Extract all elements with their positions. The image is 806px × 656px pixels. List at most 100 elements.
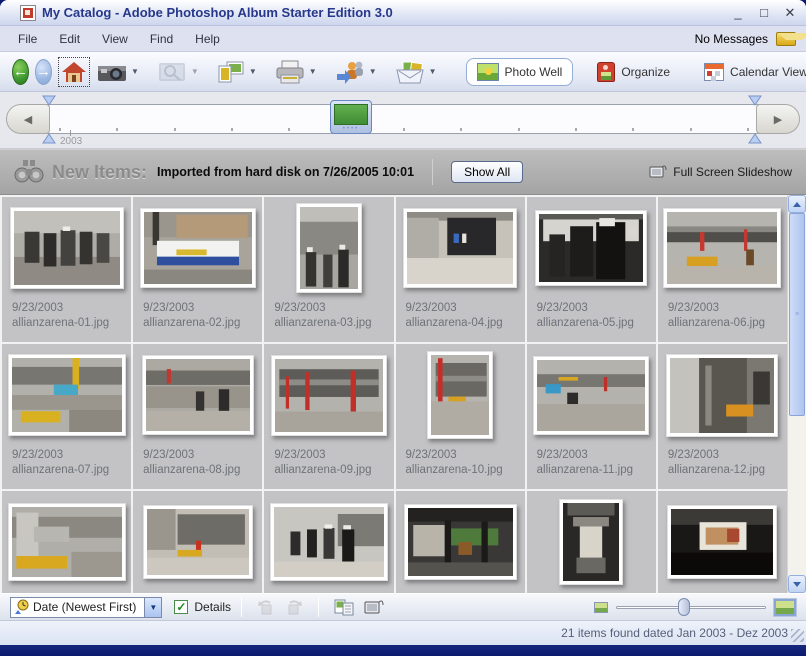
slider-thumb[interactable]	[678, 598, 690, 616]
scroll-up-button[interactable]	[788, 195, 806, 213]
photo-thumbnail[interactable]	[535, 210, 647, 286]
photo-thumbnail[interactable]	[8, 503, 126, 581]
photo-cell[interactable]: 9/23/2003 allianzarena-12.jpg	[658, 344, 787, 489]
large-thumbnail-icon[interactable]	[774, 599, 796, 616]
sort-order-dropdown[interactable]: Date (Newest First) ▼	[10, 597, 162, 618]
share-button[interactable]: ▼	[332, 57, 388, 87]
photo-filename: allianzarena-07.jpg	[12, 463, 121, 478]
photo-cell[interactable]	[2, 491, 131, 593]
find-photos-button[interactable]: ▼	[154, 58, 210, 86]
back-button[interactable]: ←	[12, 59, 29, 85]
show-all-button[interactable]: Show All	[451, 161, 523, 183]
calendar-view-button[interactable]: Calendar View	[694, 59, 806, 85]
messages-envelope-icon[interactable]	[776, 32, 796, 46]
home-button[interactable]	[58, 57, 90, 87]
photo-thumbnail[interactable]	[143, 505, 253, 579]
thumbnail-size-slider[interactable]	[616, 598, 766, 616]
photo-thumbnail[interactable]	[667, 505, 777, 579]
menu-file[interactable]: File	[18, 32, 37, 46]
maximize-button[interactable]: □	[756, 5, 772, 21]
timeline-range-start-bottom-marker[interactable]	[42, 133, 56, 144]
camera-dropdown-arrow[interactable]: ▼	[131, 67, 139, 76]
photo-thumbnail[interactable]	[142, 355, 254, 435]
timeline-range-start-top-marker[interactable]	[42, 95, 56, 106]
menu-find[interactable]: Find	[150, 32, 173, 46]
options-slideshow-icon[interactable]	[364, 598, 384, 616]
scrollbar-track[interactable]: ≡	[788, 213, 806, 575]
photo-thumbnail[interactable]	[270, 503, 388, 581]
forward-button[interactable]: →	[35, 59, 52, 85]
photo-cell[interactable]: 9/23/2003 allianzarena-03.jpg	[264, 197, 393, 342]
photo-thumbnail[interactable]	[559, 499, 623, 585]
photo-thumbnail[interactable]	[663, 208, 781, 288]
email-dropdown-arrow[interactable]: ▼	[429, 67, 437, 76]
menu-edit[interactable]: Edit	[59, 32, 80, 46]
vertical-scrollbar[interactable]: ≡	[787, 195, 806, 593]
properties-icon[interactable]	[334, 598, 354, 616]
photo-thumbnail[interactable]	[8, 354, 126, 436]
sort-dropdown-arrow[interactable]: ▼	[144, 598, 161, 617]
photo-cell[interactable]: 9/23/2003 allianzarena-07.jpg	[2, 344, 131, 489]
find-dropdown-arrow[interactable]: ▼	[191, 67, 199, 76]
photo-cell[interactable]	[527, 491, 656, 593]
photo-thumbnail[interactable]	[533, 356, 649, 435]
email-button[interactable]: ▼	[392, 57, 448, 87]
photo-thumbnail[interactable]	[296, 203, 362, 293]
import-camera-button[interactable]: ▼	[94, 58, 150, 86]
menu-help[interactable]: Help	[195, 32, 220, 46]
timeline-slider-handle[interactable]: ••••	[330, 100, 372, 134]
photo-thumbnail[interactable]	[666, 354, 778, 437]
photo-thumbnail[interactable]	[140, 208, 256, 288]
menu-view[interactable]: View	[102, 32, 128, 46]
photo-thumbnail[interactable]	[271, 355, 387, 436]
photo-cell[interactable]: 9/23/2003 allianzarena-08.jpg	[133, 344, 262, 489]
organize-label: Organize	[621, 65, 670, 79]
email-photos-icon	[395, 60, 425, 84]
rotate-left-icon[interactable]	[257, 599, 275, 615]
photo-date: 9/23/2003	[537, 301, 646, 316]
photo-cell[interactable]	[658, 491, 787, 593]
print-dropdown-arrow[interactable]: ▼	[309, 67, 317, 76]
photo-cell[interactable]	[264, 491, 393, 593]
photo-cell[interactable]: 9/23/2003 allianzarena-04.jpg	[396, 197, 525, 342]
resize-grip[interactable]	[791, 629, 804, 642]
status-bar: 21 items found dated Jan 2003 - Dez 2003	[0, 621, 806, 645]
photo-thumbnail[interactable]	[10, 207, 124, 289]
photo-cell[interactable]: 9/23/2003 allianzarena-01.jpg	[2, 197, 131, 342]
photo-cell[interactable]: 9/23/2003 allianzarena-11.jpg	[527, 344, 656, 489]
photo-cell[interactable]: 9/23/2003 allianzarena-02.jpg	[133, 197, 262, 342]
photo-cell[interactable]	[133, 491, 262, 593]
photo-cell[interactable]: 9/23/2003 allianzarena-05.jpg	[527, 197, 656, 342]
timeline-tick	[632, 128, 634, 131]
photo-cell[interactable]: 9/23/2003 allianzarena-10.jpg	[396, 344, 525, 489]
timeline-range-end-top-marker[interactable]	[748, 95, 762, 106]
photo-filename: allianzarena-04.jpg	[406, 316, 515, 331]
create-button[interactable]: ▼	[214, 57, 268, 87]
close-button[interactable]: ✕	[782, 5, 798, 21]
full-screen-slideshow-label[interactable]: Full Screen Slideshow	[673, 165, 792, 179]
photo-cell[interactable]: 9/23/2003 allianzarena-06.jpg	[658, 197, 787, 342]
print-button[interactable]: ▼	[272, 57, 328, 87]
minimize-button[interactable]: _	[730, 5, 746, 21]
photo-cell[interactable]: 9/23/2003 allianzarena-09.jpg	[264, 344, 393, 489]
timeline-tick	[403, 128, 405, 131]
share-dropdown-arrow[interactable]: ▼	[369, 67, 377, 76]
photo-thumbnail[interactable]	[404, 504, 517, 580]
rotate-right-icon[interactable]	[285, 599, 303, 615]
timeline-range-end-bottom-marker[interactable]	[748, 133, 762, 144]
photo-thumbnail[interactable]	[427, 351, 493, 439]
create-dropdown-arrow[interactable]: ▼	[249, 67, 257, 76]
scrollbar-thumb[interactable]: ≡	[789, 213, 805, 416]
timeline-scroll-left-button[interactable]: ◀	[6, 104, 50, 134]
photo-cell[interactable]	[396, 491, 525, 593]
scroll-down-button[interactable]	[788, 575, 806, 593]
photo-thumbnail[interactable]	[403, 208, 517, 288]
timeline-track[interactable]	[28, 104, 778, 134]
options-bar: Date (Newest First) ▼ ✓ Details	[0, 593, 806, 621]
organize-button[interactable]: Organize	[587, 58, 680, 86]
details-checkbox[interactable]: ✓	[174, 600, 188, 614]
slider-track[interactable]	[616, 606, 766, 609]
timeline-scroll-right-button[interactable]: ▶	[756, 104, 800, 134]
small-thumbnail-icon[interactable]	[594, 602, 608, 613]
photo-well-button[interactable]: Photo Well	[466, 58, 574, 86]
